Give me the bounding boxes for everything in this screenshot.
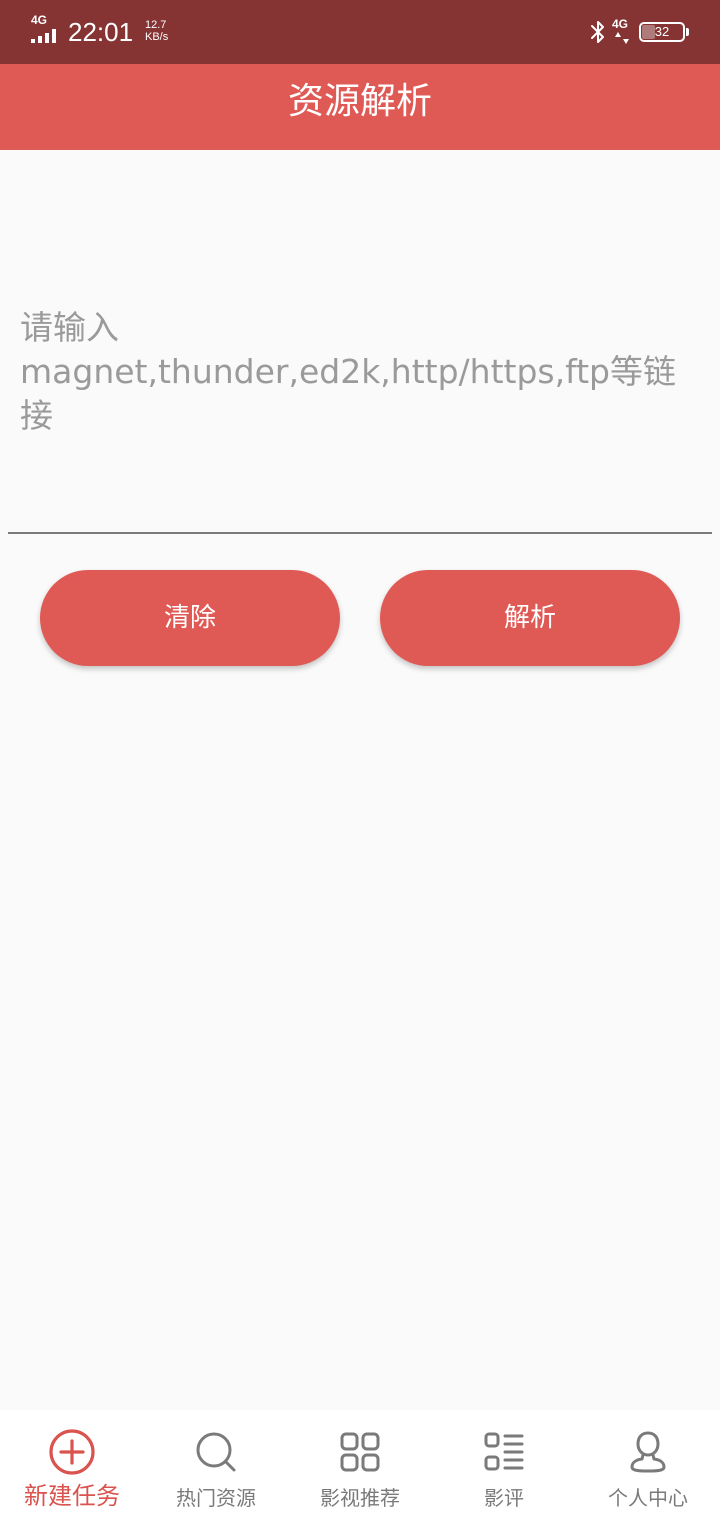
bluetooth-icon bbox=[591, 21, 604, 43]
network-speed-value: 12.7 bbox=[145, 19, 167, 31]
plus-circle-icon bbox=[49, 1429, 95, 1475]
battery-percent: 32 bbox=[654, 24, 670, 39]
app-bar: 资源解析 bbox=[0, 64, 720, 150]
battery-icon: 32 bbox=[639, 22, 689, 42]
bottom-nav: 新建任务 热门资源 影视推荐 影评 个人中心 bbox=[0, 1410, 720, 1520]
clock: 22:01 bbox=[68, 17, 134, 47]
list-icon bbox=[484, 1432, 524, 1471]
nav-item-label: 影评 bbox=[484, 1486, 524, 1510]
user-icon bbox=[630, 1431, 666, 1473]
nav-item-reviews[interactable]: 影评 bbox=[432, 1410, 576, 1520]
link-input[interactable] bbox=[8, 166, 712, 534]
signal-bars-icon bbox=[31, 29, 61, 43]
nav-item-label: 新建任务 bbox=[24, 1482, 120, 1510]
nav-item-recommendations[interactable]: 影视推荐 bbox=[288, 1410, 432, 1520]
clear-button[interactable]: 清除 bbox=[40, 570, 340, 666]
status-bar: 4G 22:01 12.7 KB/s 4G 32 bbox=[0, 0, 720, 64]
search-icon bbox=[196, 1432, 236, 1472]
page-title: 资源解析 bbox=[287, 81, 432, 122]
nav-item-label: 热门资源 bbox=[176, 1486, 256, 1510]
grid-icon bbox=[340, 1432, 380, 1472]
network-speed-unit: KB/s bbox=[145, 31, 169, 43]
signal-indicator: 4G bbox=[31, 14, 63, 44]
parse-button[interactable]: 解析 bbox=[380, 570, 680, 666]
nav-item-new-task[interactable]: 新建任务 bbox=[0, 1410, 144, 1520]
nav-item-label: 影视推荐 bbox=[320, 1486, 400, 1510]
network-type-label: 4G bbox=[31, 13, 48, 27]
mobile-data-indicator: 4G bbox=[612, 18, 634, 46]
data-arrows-icon bbox=[615, 32, 629, 44]
nav-item-label: 个人中心 bbox=[608, 1486, 688, 1510]
nav-item-profile[interactable]: 个人中心 bbox=[576, 1410, 720, 1520]
nav-item-hot-resources[interactable]: 热门资源 bbox=[144, 1410, 288, 1520]
mobile-data-label: 4G bbox=[612, 17, 629, 31]
network-speed: 12.7 KB/s bbox=[145, 19, 168, 43]
